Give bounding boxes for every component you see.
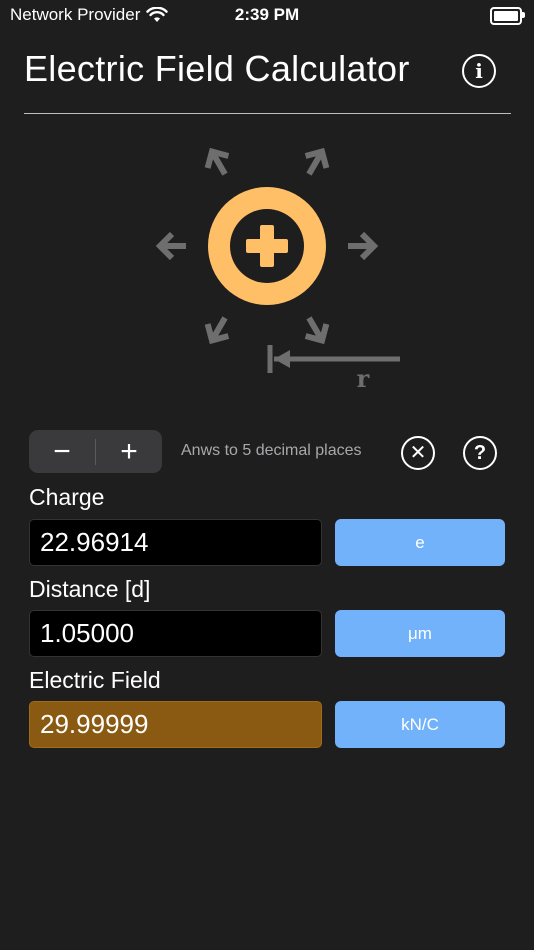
battery-icon [490,7,525,25]
clear-icon[interactable]: ✕ [401,436,435,470]
distance-label: r [357,364,370,393]
header-divider [24,113,511,114]
decimal-stepper[interactable]: − + [29,430,162,473]
charge-label: Charge [29,484,105,510]
field-arrow-upleft-icon [204,147,230,176]
distance-label-text: Distance [d] [29,576,151,602]
electric-field-unit-button[interactable]: kN/C [335,701,505,748]
info-icon[interactable]: i [462,54,496,88]
distance-arrow-icon [267,345,400,373]
charge-input[interactable]: 22.96914 [29,519,322,566]
electric-field-result[interactable]: 29.99999 [29,701,322,748]
field-arrow-upright-icon [304,147,330,176]
field-arrow-downright-icon [304,316,330,345]
increment-button[interactable]: + [96,430,162,473]
positive-charge-icon [208,187,326,305]
distance-unit-button[interactable]: μm [335,610,505,657]
help-icon[interactable]: ? [463,436,497,470]
electric-field-label: Electric Field [29,667,161,693]
info-glyph: i [475,59,483,83]
field-arrow-right-icon [348,231,379,261]
decimal-places-label: Anws to 5 decimal places [181,442,362,459]
page-title: Electric Field Calculator [24,48,410,89]
help-glyph: ? [473,442,487,464]
field-arrow-left-icon [155,231,186,261]
clear-glyph: ✕ [409,442,427,464]
distance-input[interactable]: 1.05000 [29,610,322,657]
field-illustration: r [155,147,400,393]
field-arrow-downleft-icon [204,316,230,345]
decrement-button[interactable]: − [29,430,95,473]
status-time: 2:39 PM [234,5,300,24]
charge-unit-button[interactable]: e [335,519,505,566]
